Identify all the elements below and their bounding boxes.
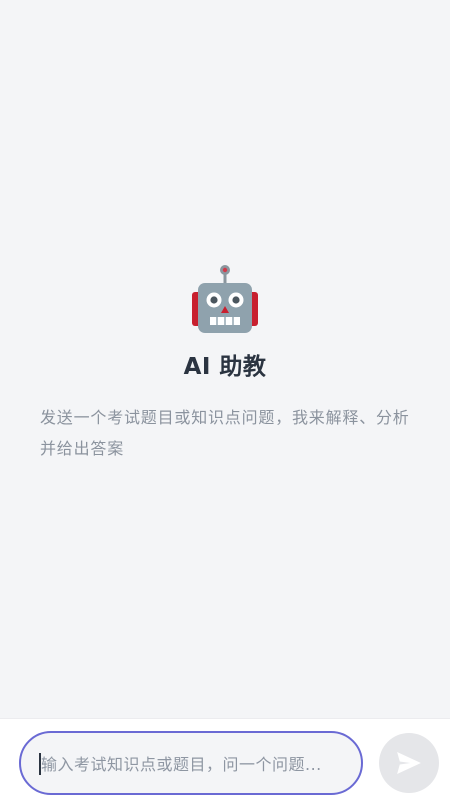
assistant-title: AI 助教 (183, 354, 267, 380)
assistant-description: 发送一个考试题目或知识点问题，我来解释、分析并给出答案 (40, 408, 410, 458)
send-button[interactable] (379, 733, 439, 793)
empty-state: AI 助教 发送一个考试题目或知识点问题，我来解释、分析并给出答案 (0, 262, 450, 464)
question-input[interactable] (39, 747, 353, 781)
send-icon (397, 752, 421, 774)
text-caret (39, 753, 41, 775)
robot-icon-wrapper (0, 262, 450, 338)
question-input-box[interactable] (19, 731, 363, 795)
robot-icon (192, 265, 258, 333)
app: AI 助教 发送一个考试题目或知识点问题，我来解释、分析并给出答案 (0, 0, 450, 800)
chat-area: AI 助教 发送一个考试题目或知识点问题，我来解释、分析并给出答案 (0, 0, 450, 718)
composer-bar (0, 718, 450, 800)
